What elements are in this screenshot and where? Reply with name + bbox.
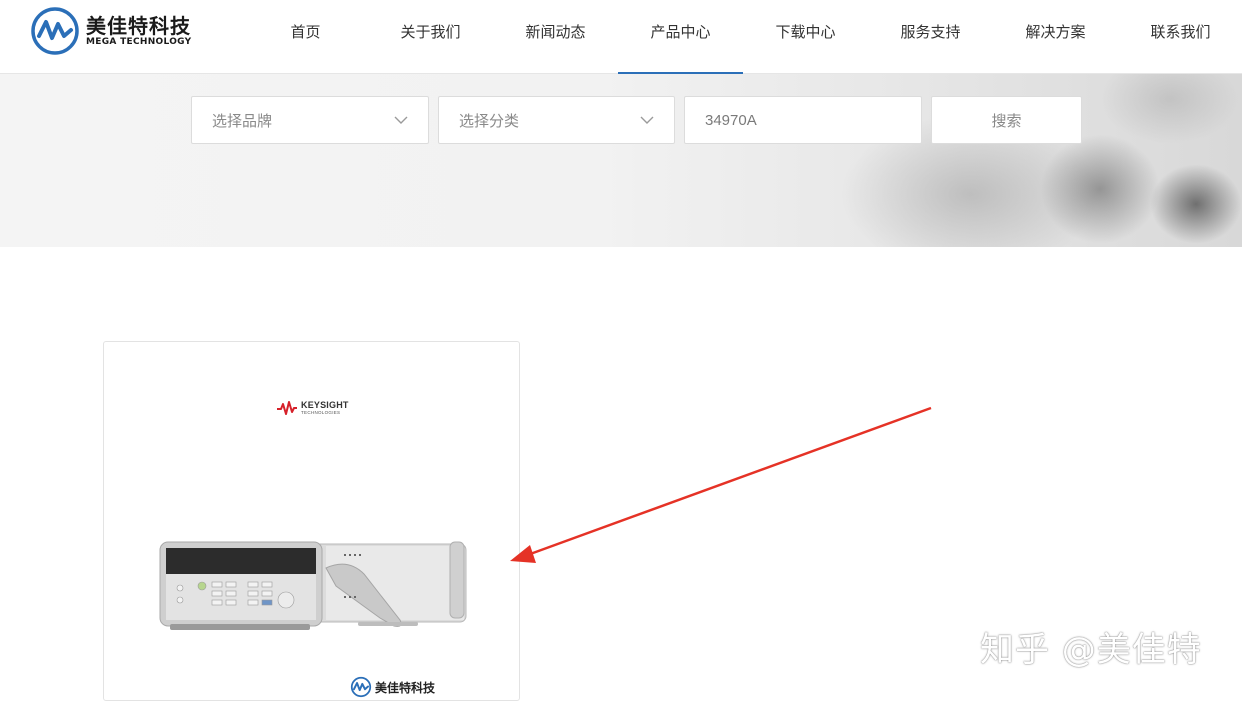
keysight-wave-icon [277, 401, 297, 415]
nav-item-about[interactable]: 关于我们 [368, 0, 493, 73]
main-nav: 首页 关于我们 新闻动态 产品中心 下载中心 服务支持 解决方案 联系我们 [243, 0, 1242, 74]
card-brand-logo: 美佳特科技 [350, 676, 435, 698]
site-logo[interactable]: 美佳特科技 MEGA TECHNOLOGY [30, 6, 191, 56]
mega-technology-logo-icon [31, 7, 79, 55]
chevron-down-icon [394, 116, 408, 124]
banner-background-decoration [1150, 164, 1242, 244]
keysight-sub: TECHNOLOGIES [301, 410, 341, 415]
product-card[interactable]: KEYSIGHT TECHNOLOGIES 美佳特科技 [103, 341, 520, 701]
chevron-down-icon [640, 116, 654, 124]
category-select[interactable]: 选择分类 [438, 96, 675, 144]
brand-select-label: 选择品牌 [212, 111, 273, 130]
zhihu-watermark: 知乎 @美佳特 [980, 630, 1202, 670]
nav-item-home[interactable]: 首页 [243, 0, 368, 73]
brand-select[interactable]: 选择品牌 [191, 96, 429, 144]
keysight-name: KEYSIGHT [301, 400, 349, 410]
category-select-label: 选择分类 [459, 111, 520, 130]
nav-item-news[interactable]: 新闻动态 [493, 0, 618, 73]
banner-background-decoration [1040, 134, 1160, 244]
nav-item-downloads[interactable]: 下载中心 [743, 0, 868, 73]
mega-technology-logo-icon [350, 676, 372, 698]
keyword-input[interactable] [684, 96, 922, 144]
search-banner: 选择品牌 选择分类 搜索 [0, 74, 1242, 247]
logo-name-cn: 美佳特科技 [86, 13, 191, 38]
product-image [159, 541, 467, 630]
keysight-wordmark: KEYSIGHT TECHNOLOGIES [301, 400, 349, 416]
search-button[interactable]: 搜索 [931, 96, 1082, 144]
nav-item-contact[interactable]: 联系我们 [1118, 0, 1242, 73]
nav-item-solutions[interactable]: 解决方案 [993, 0, 1118, 73]
nav-item-support[interactable]: 服务支持 [868, 0, 993, 73]
logo-name-en: MEGA TECHNOLOGY [86, 36, 192, 47]
keysight-logo: KEYSIGHT TECHNOLOGIES [276, 400, 349, 416]
search-form: 选择品牌 选择分类 搜索 [191, 96, 1082, 144]
site-header: 美佳特科技 MEGA TECHNOLOGY 首页 关于我们 新闻动态 产品中心 … [0, 0, 1242, 74]
nav-item-products[interactable]: 产品中心 [618, 0, 743, 74]
logo-text: 美佳特科技 MEGA TECHNOLOGY [86, 15, 191, 48]
banner-background-decoration [1100, 74, 1240, 144]
